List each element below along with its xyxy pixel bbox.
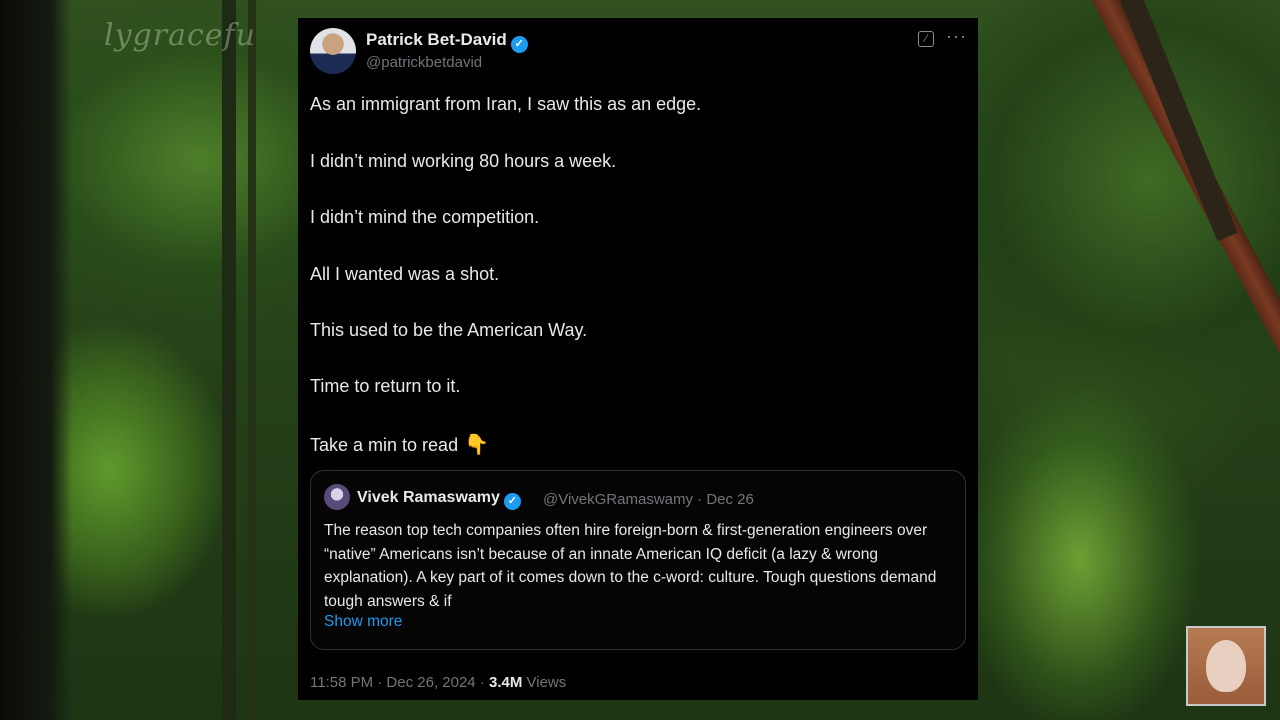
tweet-line: This used to be the American Way. — [310, 320, 588, 340]
tweet-card: Patrick Bet-David ✓ @patrickbetdavid ⁄ ··… — [298, 18, 978, 700]
tree-trunk — [248, 0, 256, 720]
author-avatar[interactable] — [310, 28, 356, 74]
author-name-row[interactable]: Patrick Bet-David ✓ — [366, 30, 528, 53]
quoted-author-avatar[interactable] — [324, 484, 350, 510]
tweet-line: All I wanted was a shot. — [310, 264, 500, 284]
tweet-footer: 11:58 PM · Dec 26, 2024 · 3.4M Views — [310, 674, 566, 691]
webcam-face — [1206, 640, 1246, 692]
quoted-author-name[interactable]: Vivek Ramaswamy — [357, 489, 500, 506]
quoted-text: The reason top tech companies often hire… — [324, 522, 937, 610]
quoted-tweet[interactable]: Vivek Ramaswamy ✓ @VivekGRamaswamy · Dec … — [310, 470, 966, 650]
watermark: lygracefu — [104, 18, 256, 53]
views-label: Views — [522, 674, 567, 691]
author-handle[interactable]: @patrickbetdavid — [366, 54, 482, 71]
more-options-icon[interactable]: ··· — [946, 26, 967, 47]
quoted-meta: @VivekGRamaswamy · Dec 26 — [543, 491, 754, 508]
grok-icon[interactable]: ⁄ — [918, 31, 934, 47]
verified-badge-icon: ✓ — [503, 493, 521, 510]
verified-badge-icon: ✓ — [510, 36, 528, 53]
views-count: 3.4M — [488, 674, 523, 691]
show-more-link[interactable]: Show more — [324, 613, 402, 631]
tweet-line: Time to return to it. — [310, 376, 461, 396]
webcam-overlay — [1186, 626, 1266, 706]
curtain-left — [0, 0, 72, 720]
backhand-index-pointing-down-icon: 👇 — [464, 434, 489, 456]
tweet-line: I didn’t mind the competition. — [310, 207, 540, 227]
tweet-line-last: Take a min to read 👇 — [310, 432, 489, 457]
tree-trunk — [222, 0, 236, 720]
tweet-line: I didn’t mind working 80 hours a week. — [310, 151, 617, 171]
timestamp[interactable]: 11:58 PM · Dec 26, 2024 · — [310, 674, 489, 691]
quoted-author-name-row[interactable]: Vivek Ramaswamy ✓ — [357, 489, 521, 510]
tweet-line: As an immigrant from Iran, I saw this as… — [310, 94, 702, 114]
tweet-line-text: Take a min to read — [310, 435, 459, 455]
author-name[interactable]: Patrick Bet-David — [366, 30, 507, 49]
